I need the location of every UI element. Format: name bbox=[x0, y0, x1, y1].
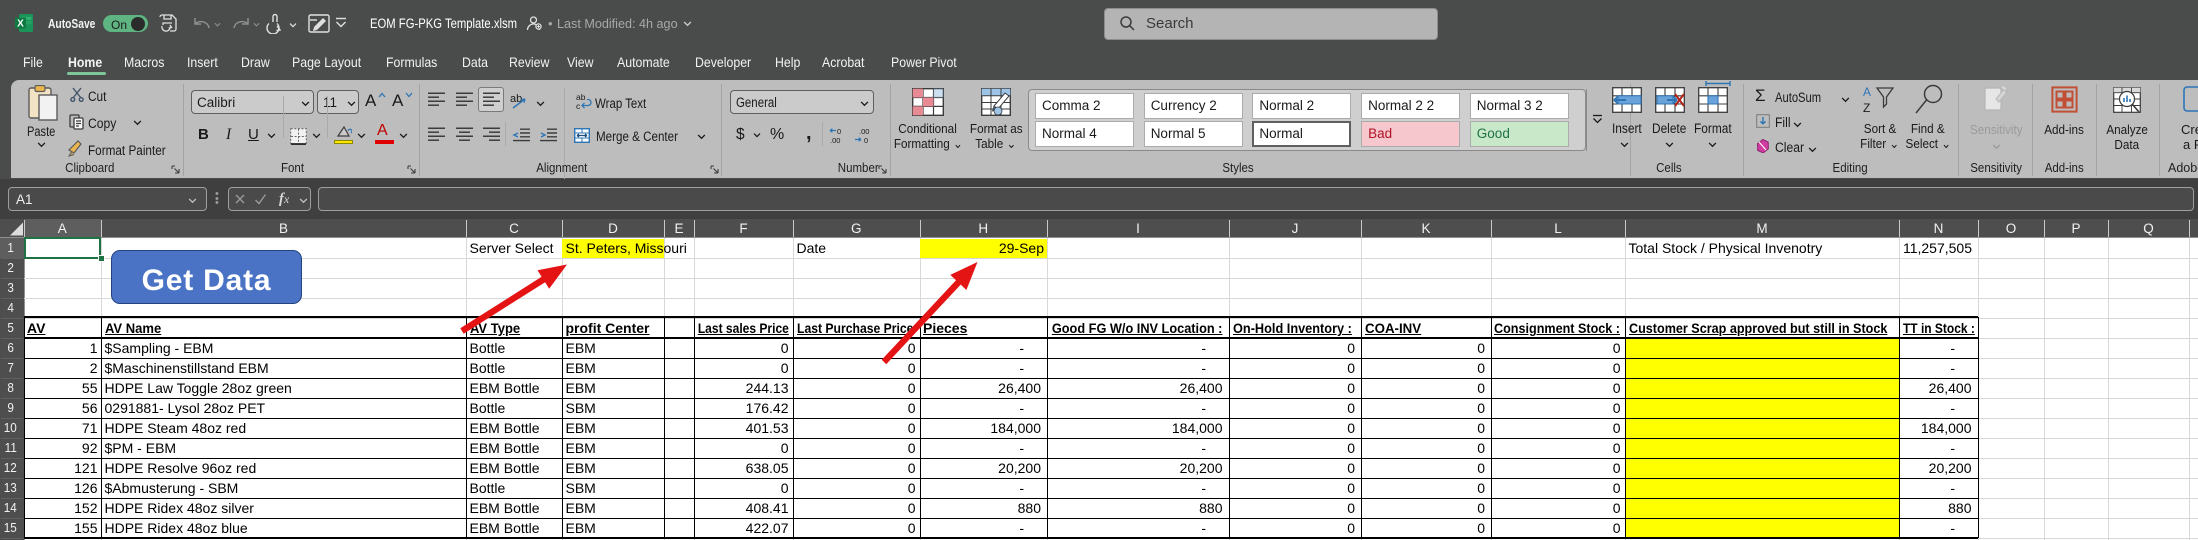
svg-text:0: 0 bbox=[837, 127, 841, 136]
svg-text:X: X bbox=[17, 19, 24, 30]
svg-text:A: A bbox=[1863, 85, 1871, 99]
svg-text:.00: .00 bbox=[830, 136, 840, 144]
svg-text:Z: Z bbox=[1863, 101, 1870, 115]
svg-text:c: c bbox=[576, 101, 581, 109]
